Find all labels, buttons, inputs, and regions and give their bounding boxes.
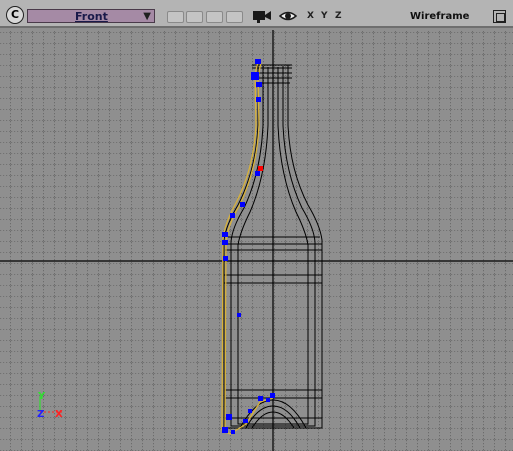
axis-y-toggle[interactable]: Y — [321, 11, 328, 21]
viewport-scene — [0, 30, 513, 451]
menu-circle-icon[interactable]: C — [6, 6, 24, 24]
gizmo-z-label: Z — [37, 409, 44, 420]
maximize-icon[interactable] — [493, 10, 506, 23]
gizmo-x-label: X — [55, 409, 63, 420]
axis-gizmo: Y Z X — [37, 391, 63, 420]
inactive-button-2[interactable] — [186, 11, 203, 23]
grid — [0, 30, 513, 451]
chevron-down-icon: ▼ — [143, 11, 151, 22]
inactive-button-4[interactable] — [226, 11, 243, 23]
selected-control-point[interactable] — [258, 166, 263, 171]
viewport-canvas[interactable] — [0, 30, 513, 451]
view-name: Front — [75, 10, 108, 23]
axis-z-toggle[interactable]: Z — [335, 11, 342, 21]
gizmo-y-label: Y — [37, 391, 46, 402]
eye-icon[interactable] — [279, 9, 297, 23]
viewport-window: C Front ▼ X Y Z Wireframe Y Z X — [0, 0, 513, 451]
axis-x-toggle[interactable]: X — [307, 11, 314, 21]
shading-mode-label[interactable]: Wireframe — [410, 11, 469, 22]
viewport-toolbar: C Front ▼ X Y Z Wireframe — [0, 0, 513, 28]
camera-icon[interactable] — [252, 9, 272, 23]
inactive-button-3[interactable] — [206, 11, 223, 23]
view-dropdown[interactable]: Front ▼ — [27, 9, 155, 23]
inactive-button-1[interactable] — [167, 11, 184, 23]
